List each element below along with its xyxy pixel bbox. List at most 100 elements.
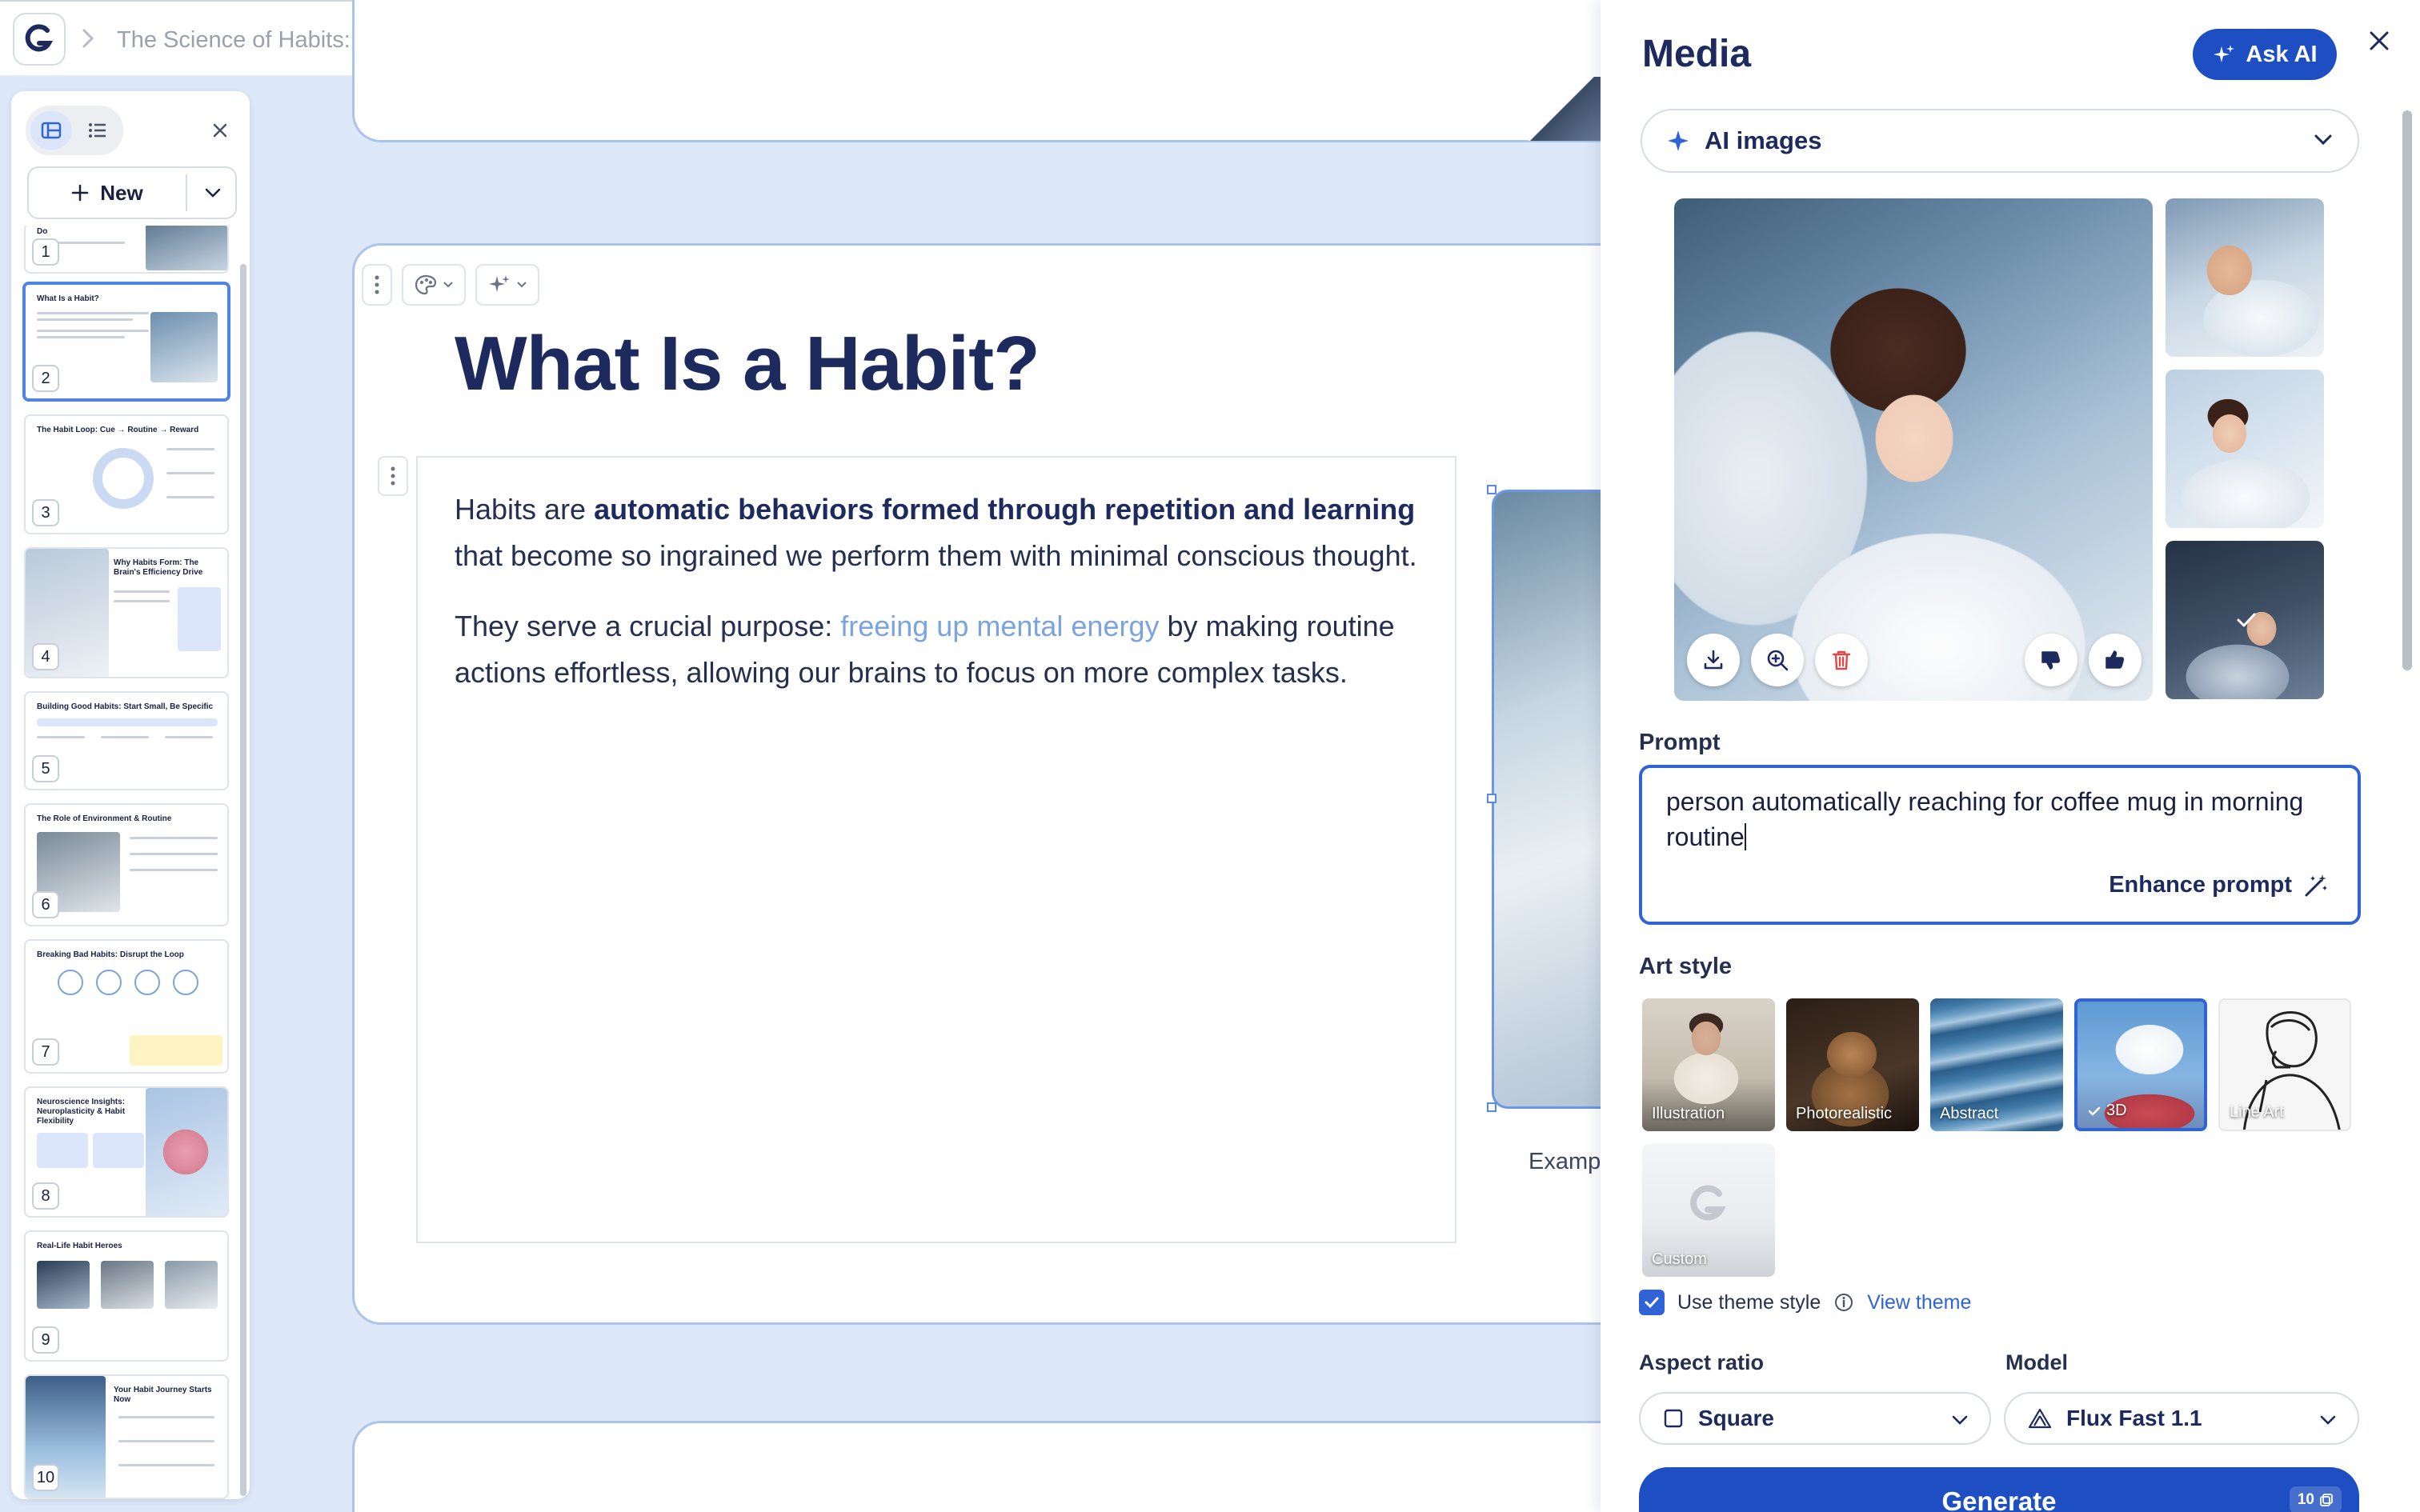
slide-thumbnail[interactable]: The Habit Loop: Cue → Routine → Reward 3 <box>24 414 229 534</box>
generated-image-preview[interactable] <box>1674 198 2153 701</box>
sidebar-scrollbar[interactable] <box>240 264 246 1496</box>
text-line <box>166 496 214 498</box>
thumbnail-step-icon <box>173 970 198 995</box>
model-select[interactable]: Flux Fast 1.1 <box>2004 1392 2359 1445</box>
slide-thumbnail-active[interactable]: What Is a Habit? 2 <box>22 282 230 402</box>
zoom-image-button[interactable] <box>1751 634 1804 686</box>
slide-thumbnail[interactable]: Do 1 <box>24 226 229 274</box>
slide-image-selected[interactable] <box>1492 490 1604 1109</box>
text-line <box>166 472 214 474</box>
thumbnail-title: The Role of Environment & Routine <box>37 814 172 823</box>
slide-thumbnail[interactable]: Breaking Bad Habits: Disrupt the Loop 7 <box>24 939 229 1074</box>
generated-image-option-selected[interactable] <box>2166 541 2324 699</box>
slide-thumbnail[interactable]: Neuroscience Insights: Neuroplasticity &… <box>24 1086 229 1218</box>
view-theme-link[interactable]: View theme <box>1867 1291 1971 1314</box>
thumbnail-brain-image <box>146 1088 227 1216</box>
card-ai-button[interactable] <box>475 264 539 306</box>
text-line <box>166 448 214 450</box>
art-style-name: Abstract <box>1940 1105 1999 1122</box>
new-slide-button[interactable]: New <box>29 168 186 218</box>
checkmark-icon <box>1645 1297 1659 1309</box>
generate-button[interactable]: Generate 10 <box>1639 1467 2359 1512</box>
slide-card-next[interactable] <box>352 1421 1713 1512</box>
thumbs-down-button[interactable] <box>2025 634 2077 686</box>
gamma-logo-icon <box>25 24 54 52</box>
art-style-3d-selected[interactable]: 3D <box>2074 998 2207 1131</box>
generated-image-option[interactable] <box>2166 198 2324 357</box>
gamma-logo-icon <box>1690 1185 1726 1221</box>
chevron-down-icon <box>517 282 527 288</box>
art-style-custom[interactable]: Custom <box>1642 1144 1775 1277</box>
content-block: Habits are automatic behaviors formed th… <box>416 456 1456 1243</box>
paragraph-1[interactable]: Habits are automatic behaviors formed th… <box>455 486 1431 579</box>
previous-slide-image <box>1529 77 1609 141</box>
chevron-down-icon <box>2314 134 2332 146</box>
slide-card-previous[interactable] <box>352 0 1713 142</box>
enhance-prompt-button[interactable]: Enhance prompt <box>2109 872 2329 898</box>
aspect-ratio-select[interactable]: Square <box>1639 1392 1991 1445</box>
image-caption[interactable]: Examp <box>1529 1149 1601 1175</box>
slide-thumbnail[interactable]: Your Habit Journey Starts Now 10 <box>24 1374 229 1499</box>
column-divider <box>1455 458 1456 1242</box>
media-source-label: AI images <box>1705 126 1822 154</box>
use-theme-checkbox[interactable] <box>1639 1290 1665 1315</box>
art-style-abstract[interactable]: Abstract <box>1930 998 2063 1131</box>
slide-number: 8 <box>32 1182 59 1210</box>
close-sidebar-button[interactable] <box>203 114 237 147</box>
ask-ai-label: Ask AI <box>2246 41 2318 67</box>
slide-heading[interactable]: What Is a Habit? <box>455 320 1040 408</box>
slide-number: 3 <box>32 499 59 526</box>
thumbnail-title: Breaking Bad Habits: Disrupt the Loop <box>37 950 184 959</box>
delete-image-button[interactable] <box>1815 634 1868 686</box>
art-style-illustration[interactable]: Illustration <box>1642 998 1775 1131</box>
slide-thumbnail[interactable]: The Role of Environment & Routine 6 <box>24 803 229 926</box>
slide-thumbnail[interactable]: Real-Life Habit Heroes 9 <box>24 1230 229 1362</box>
slide-number: 9 <box>32 1326 59 1354</box>
resize-handle[interactable] <box>1487 1102 1496 1112</box>
art-style-photorealistic[interactable]: Photorealistic <box>1786 998 1919 1131</box>
thumbnail-title: Building Good Habits: Start Small, Be Sp… <box>37 702 214 711</box>
info-icon[interactable] <box>1833 1292 1854 1313</box>
slide-thumbnail[interactable]: Building Good Habits: Start Small, Be Sp… <box>24 691 229 790</box>
generated-image-option[interactable] <box>2166 370 2324 528</box>
enhance-prompt-label: Enhance prompt <box>2109 872 2292 898</box>
prompt-value: person automatically reaching for coffee… <box>1666 787 2304 851</box>
slide-thumbnail[interactable]: Why Habits Form: The Brain's Efficiency … <box>24 547 229 678</box>
view-toggle <box>26 106 123 155</box>
grid-view-button[interactable] <box>30 111 72 150</box>
more-vertical-icon <box>375 275 379 294</box>
paragraph-2[interactable]: They serve a crucial purpose: freeing up… <box>455 603 1431 696</box>
art-style-name: 3D <box>2106 1102 2127 1119</box>
slide-number: 5 <box>32 755 59 782</box>
generate-label: Generate <box>1941 1486 2057 1512</box>
new-slide-options-button[interactable] <box>189 168 237 218</box>
art-style-label: Art style <box>1639 954 1733 979</box>
download-image-button[interactable] <box>1687 634 1740 686</box>
thumbnail-step-icon <box>58 970 83 995</box>
text-column[interactable]: Habits are automatic behaviors formed th… <box>418 458 1458 1242</box>
resize-handle[interactable] <box>1487 794 1496 803</box>
card-menu-button[interactable] <box>362 264 392 306</box>
media-source-select[interactable]: AI images <box>1641 109 2359 173</box>
thumbnail-title: What Is a Habit? <box>37 294 99 303</box>
panel-scrollbar[interactable] <box>2402 110 2412 670</box>
art-style-name: Illustration <box>1652 1105 1725 1122</box>
use-theme-row: Use theme style View theme <box>1639 1290 1971 1315</box>
ask-ai-button[interactable]: Ask AI <box>2193 29 2337 80</box>
thumbnail-image <box>101 1261 154 1309</box>
close-panel-button[interactable] <box>2359 21 2399 61</box>
slide-thumbnails: Do 1 What Is a Habit? 2 The Habit Loop: … <box>11 226 250 1499</box>
magic-wand-icon <box>2305 874 2327 896</box>
app-logo[interactable] <box>13 13 66 66</box>
card-style-button[interactable] <box>402 264 466 306</box>
panel-title: Media <box>1642 33 1752 75</box>
resize-handle[interactable] <box>1487 485 1496 494</box>
trash-icon <box>1832 650 1851 670</box>
prompt-textarea[interactable]: person automatically reaching for coffee… <box>1639 765 2361 925</box>
art-style-line-art[interactable]: Line Art <box>2218 998 2351 1131</box>
text-line <box>118 1416 214 1418</box>
thumbs-up-button[interactable] <box>2089 634 2142 686</box>
block-handle[interactable] <box>378 456 408 496</box>
list-view-button[interactable] <box>77 111 118 150</box>
slide-number: 1 <box>32 238 59 266</box>
